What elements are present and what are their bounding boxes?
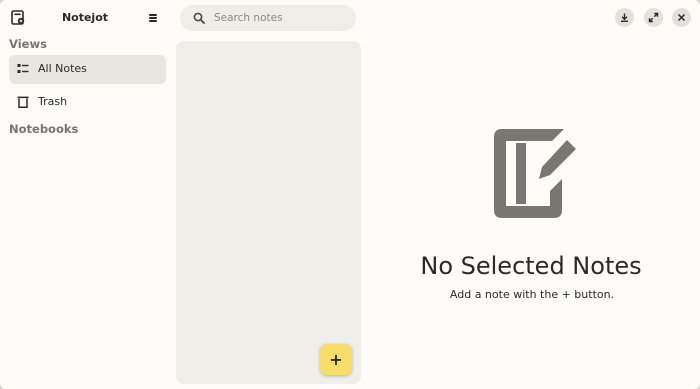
app-window: Notejot Views All Notes Trash Notebooks — [0, 0, 700, 389]
search-icon — [193, 12, 205, 24]
sidebar-header: Notejot — [0, 0, 175, 36]
download-icon — [621, 13, 628, 22]
notes-list[interactable] — [176, 41, 361, 384]
notebooks-section-title: Notebooks — [9, 122, 79, 136]
sidebar-item-all-notes[interactable]: All Notes — [9, 55, 166, 84]
sidebar: Notejot Views All Notes Trash Notebooks — [0, 0, 175, 389]
sidebar-item-trash[interactable]: Trash — [9, 88, 166, 117]
empty-state-title: No Selected Notes — [420, 252, 642, 280]
views-section-title: Views — [9, 37, 47, 51]
edit-note-icon — [494, 129, 576, 218]
close-button[interactable] — [672, 8, 691, 27]
main-menu-button[interactable] — [145, 11, 161, 25]
sidebar-item-label: Trash — [38, 95, 68, 108]
empty-state-subtitle: Add a note with the + button. — [449, 288, 615, 301]
trash-icon — [17, 96, 29, 108]
list-icon — [17, 64, 29, 73]
maximize-button[interactable] — [644, 8, 663, 27]
search-input[interactable] — [214, 9, 344, 27]
add-note-button[interactable]: + — [320, 344, 352, 375]
sidebar-item-label: All Notes — [38, 62, 87, 75]
download-button[interactable] — [615, 8, 634, 27]
close-icon — [677, 13, 686, 22]
search-bar[interactable] — [180, 5, 356, 31]
maximize-icon — [648, 12, 659, 23]
